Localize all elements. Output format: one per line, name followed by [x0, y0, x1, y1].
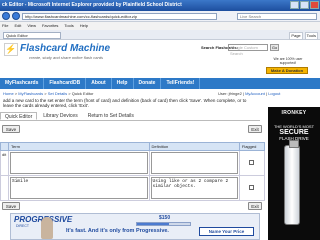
tools-menu-button[interactable]: Tools — [304, 32, 318, 40]
search-input[interactable]: Google Custom Search — [228, 44, 268, 56]
search-go-button[interactable]: Go — [270, 44, 279, 51]
definition-field[interactable]: Using like or as 2 compare 2 similar obj… — [150, 177, 238, 199]
back-button[interactable] — [2, 12, 10, 20]
breadcrumb-current: Quick Editor — [71, 91, 94, 96]
site-tagline: create, study and share online flash car… — [29, 55, 104, 60]
menu-tools[interactable]: Tools — [64, 22, 73, 30]
price-slider — [136, 222, 191, 226]
table-header-row: Term Definition Flagged — [0, 142, 266, 151]
breadcrumb-myflashcards[interactable]: MyFlashcards — [18, 91, 43, 96]
ad-line: SECURE — [279, 129, 309, 136]
cards-table: Term Definition Flagged dit Simile Using… — [0, 142, 266, 201]
nav-donate[interactable]: Donate — [134, 78, 162, 89]
menu-favorites[interactable]: Favorites — [42, 22, 58, 30]
breadcrumb: Home > MyFlashcards > Set Details > Quic… — [3, 91, 94, 96]
table-header-definition: Definition — [148, 142, 240, 151]
flagged-checkbox[interactable] — [249, 160, 255, 165]
my-account-link[interactable]: MyAccount — [245, 91, 265, 96]
table-row: dit — [0, 150, 266, 176]
table-header-flagged: Flagged — [238, 142, 266, 151]
ad-subbrand: DIRECT — [16, 224, 30, 228]
breadcrumb-set-details[interactable]: Set Details — [48, 91, 67, 96]
window-title: ck Editor - Microsoft Internet Explorer … — [2, 2, 182, 8]
ad-cta-button[interactable]: Name Your Price — [199, 227, 254, 236]
close-button[interactable] — [310, 1, 319, 9]
ad-brand: IRONKEY — [281, 110, 307, 116]
maximize-button[interactable] — [300, 1, 309, 9]
editor-tabs: Quick Editor Library Devices Return to S… — [0, 112, 260, 121]
page-menu-button[interactable]: Page — [289, 32, 303, 40]
exit-button-top[interactable]: Exit — [248, 125, 262, 133]
window-title-bar: ck Editor - Microsoft Internet Explorer … — [0, 0, 320, 11]
nav-myflashcards[interactable]: MyFlashcards — [0, 78, 45, 89]
user-name: User: jfringe2 — [218, 91, 242, 96]
menu-bar: File Edit View Favorites Tools Help — [0, 22, 320, 30]
ironkey-ad[interactable]: IRONKEY THE WORLD'S MOST SECURE FLASH DR… — [268, 107, 320, 240]
address-bar: http://www.flashcardmachine.com/cc-flash… — [0, 11, 320, 22]
command-bar: Page Tools — [289, 32, 318, 40]
donate-note: We are 100% user supported! — [273, 57, 303, 65]
user-sep: | — [242, 91, 244, 96]
browser-search-input[interactable]: Live Search — [237, 13, 317, 20]
browser-tab[interactable]: Quick Editor — [3, 32, 61, 39]
page-content: ⚡ Flashcard Machine create, study and sh… — [0, 40, 320, 240]
definition-field[interactable] — [150, 152, 238, 174]
table-header-term: Term — [8, 142, 150, 151]
main-nav: MyFlashcards FlashcardDB About Help Dona… — [0, 78, 320, 89]
breadcrumb-sep: > — [14, 91, 18, 96]
save-button-top[interactable]: Save — [2, 125, 20, 133]
forward-button[interactable] — [12, 12, 20, 20]
ad-text: It's fast. And it's only from Progressiv… — [66, 228, 169, 234]
user-bar: User: jfringe2 | MyAccount | Logout — [218, 91, 280, 96]
menu-edit[interactable]: Edit — [14, 22, 21, 30]
menu-help[interactable]: Help — [80, 22, 88, 30]
exit-button-bottom[interactable]: Exit — [248, 202, 262, 210]
progressive-ad[interactable]: PROGRESSIVE DIRECT $150 It's fast. And i… — [10, 213, 260, 240]
ad-price: $150 — [159, 215, 171, 221]
favorites-bar: Quick Editor Page Tools — [0, 30, 320, 40]
donate-button[interactable]: Make A Donation — [266, 67, 308, 74]
nav-flashcarddb[interactable]: FlashcardDB — [44, 78, 87, 89]
tab-library-devices[interactable]: Library Devices — [39, 112, 81, 120]
row-label: dit — [0, 150, 10, 176]
menu-file[interactable]: File — [2, 22, 8, 30]
user-sep: | — [266, 91, 268, 96]
tab-return-set-details[interactable]: Return to Set Details — [84, 112, 138, 120]
breadcrumb-sep: > — [44, 91, 47, 96]
tab-quick-editor[interactable]: Quick Editor — [0, 112, 38, 120]
term-field[interactable] — [10, 152, 148, 174]
menu-view[interactable]: View — [27, 22, 36, 30]
flagged-checkbox[interactable] — [249, 185, 255, 190]
usb-drive-icon — [284, 140, 300, 225]
table-row: Simile Using like or as 2 compare 2 simi… — [0, 175, 266, 201]
url-input[interactable]: http://www.flashcardmachine.com/cc-flash… — [22, 12, 217, 20]
instructions-text: add a new card to the set enter the term… — [3, 98, 247, 108]
lightning-logo-icon: ⚡ — [4, 43, 18, 56]
nav-help[interactable]: Help — [112, 78, 134, 89]
window-controls — [290, 1, 319, 9]
term-field[interactable]: Simile — [10, 177, 148, 199]
nav-about[interactable]: About — [86, 78, 112, 89]
save-button-bottom[interactable]: Save — [2, 202, 20, 210]
row-label-blank — [0, 175, 10, 201]
breadcrumb-sep: > — [68, 91, 71, 96]
breadcrumb-home[interactable]: Home — [3, 91, 14, 96]
logout-link[interactable]: Logout — [268, 91, 280, 96]
site-brand[interactable]: Flashcard Machine — [20, 43, 110, 54]
person-image — [41, 217, 53, 239]
table-header-blank — [0, 142, 10, 151]
nav-tellfriends[interactable]: TellFriends! — [161, 78, 201, 89]
minimize-button[interactable] — [290, 1, 299, 9]
